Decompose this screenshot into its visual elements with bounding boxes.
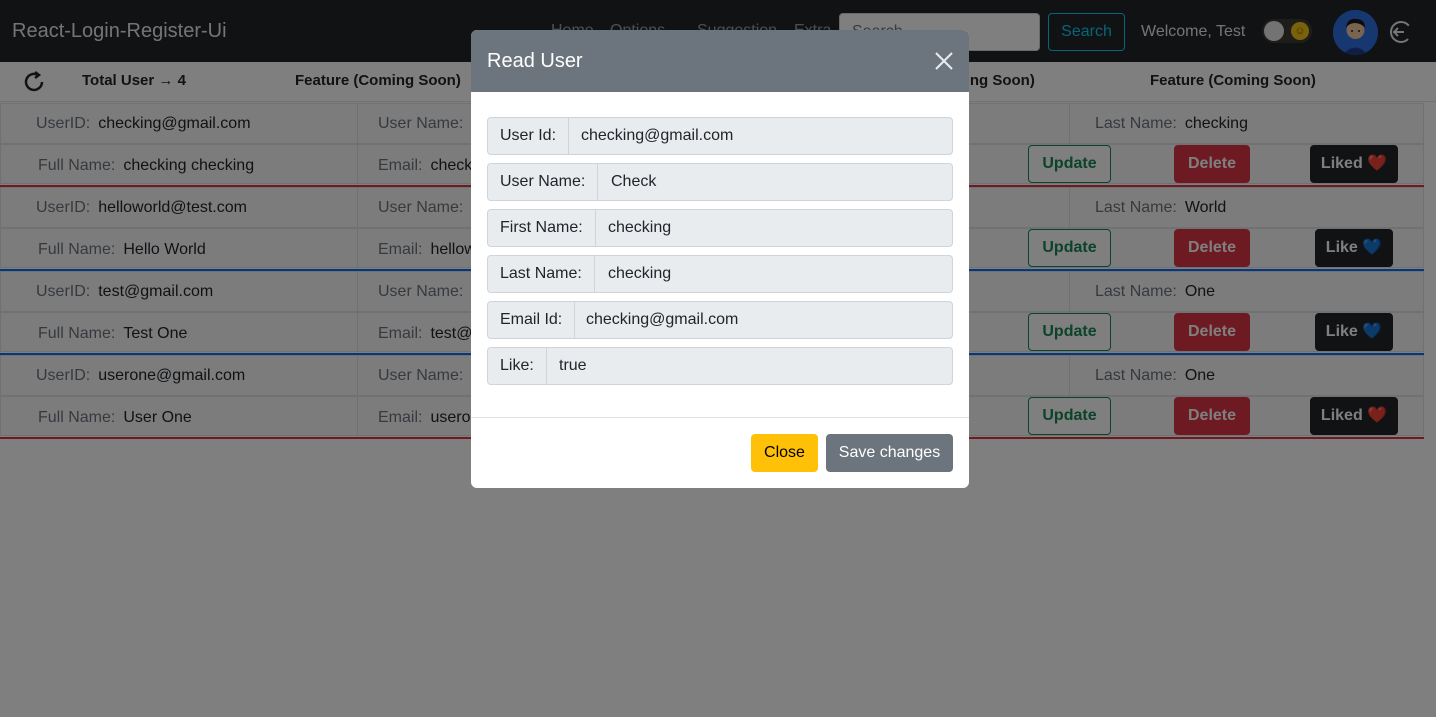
field-value: checking@gmail.com xyxy=(581,127,734,144)
field-label: First Name: xyxy=(488,210,596,246)
save-changes-button[interactable]: Save changes xyxy=(826,434,953,472)
field-value: checking@gmail.com xyxy=(586,311,739,328)
close-icon[interactable] xyxy=(933,50,955,72)
field-email-id: Email Id: checking@gmail.com xyxy=(487,301,953,339)
field-like: Like: true xyxy=(487,347,953,385)
field-value: checking xyxy=(608,219,672,236)
field-label: Email Id: xyxy=(488,302,576,338)
modal-header: Read User xyxy=(471,30,969,92)
field-user-id: User Id: checking@gmail.com xyxy=(487,117,953,155)
field-label: Like: xyxy=(488,348,547,384)
modal-footer: Close Save changes xyxy=(471,417,969,488)
field-value: true xyxy=(559,357,587,374)
field-user-name: User Name: Check xyxy=(487,163,953,201)
modal-title: Read User xyxy=(487,50,583,72)
field-label: User Id: xyxy=(488,118,570,154)
close-button[interactable]: Close xyxy=(751,434,818,472)
field-label: Last Name: xyxy=(488,256,595,292)
field-last-name: Last Name: checking xyxy=(487,255,953,293)
field-first-name: First Name: checking xyxy=(487,209,953,247)
field-value: checking xyxy=(608,265,672,282)
field-label: User Name: xyxy=(488,164,599,200)
read-user-modal: Read User User Id: checking@gmail.com Us… xyxy=(471,30,969,488)
field-value: Check xyxy=(611,173,657,190)
